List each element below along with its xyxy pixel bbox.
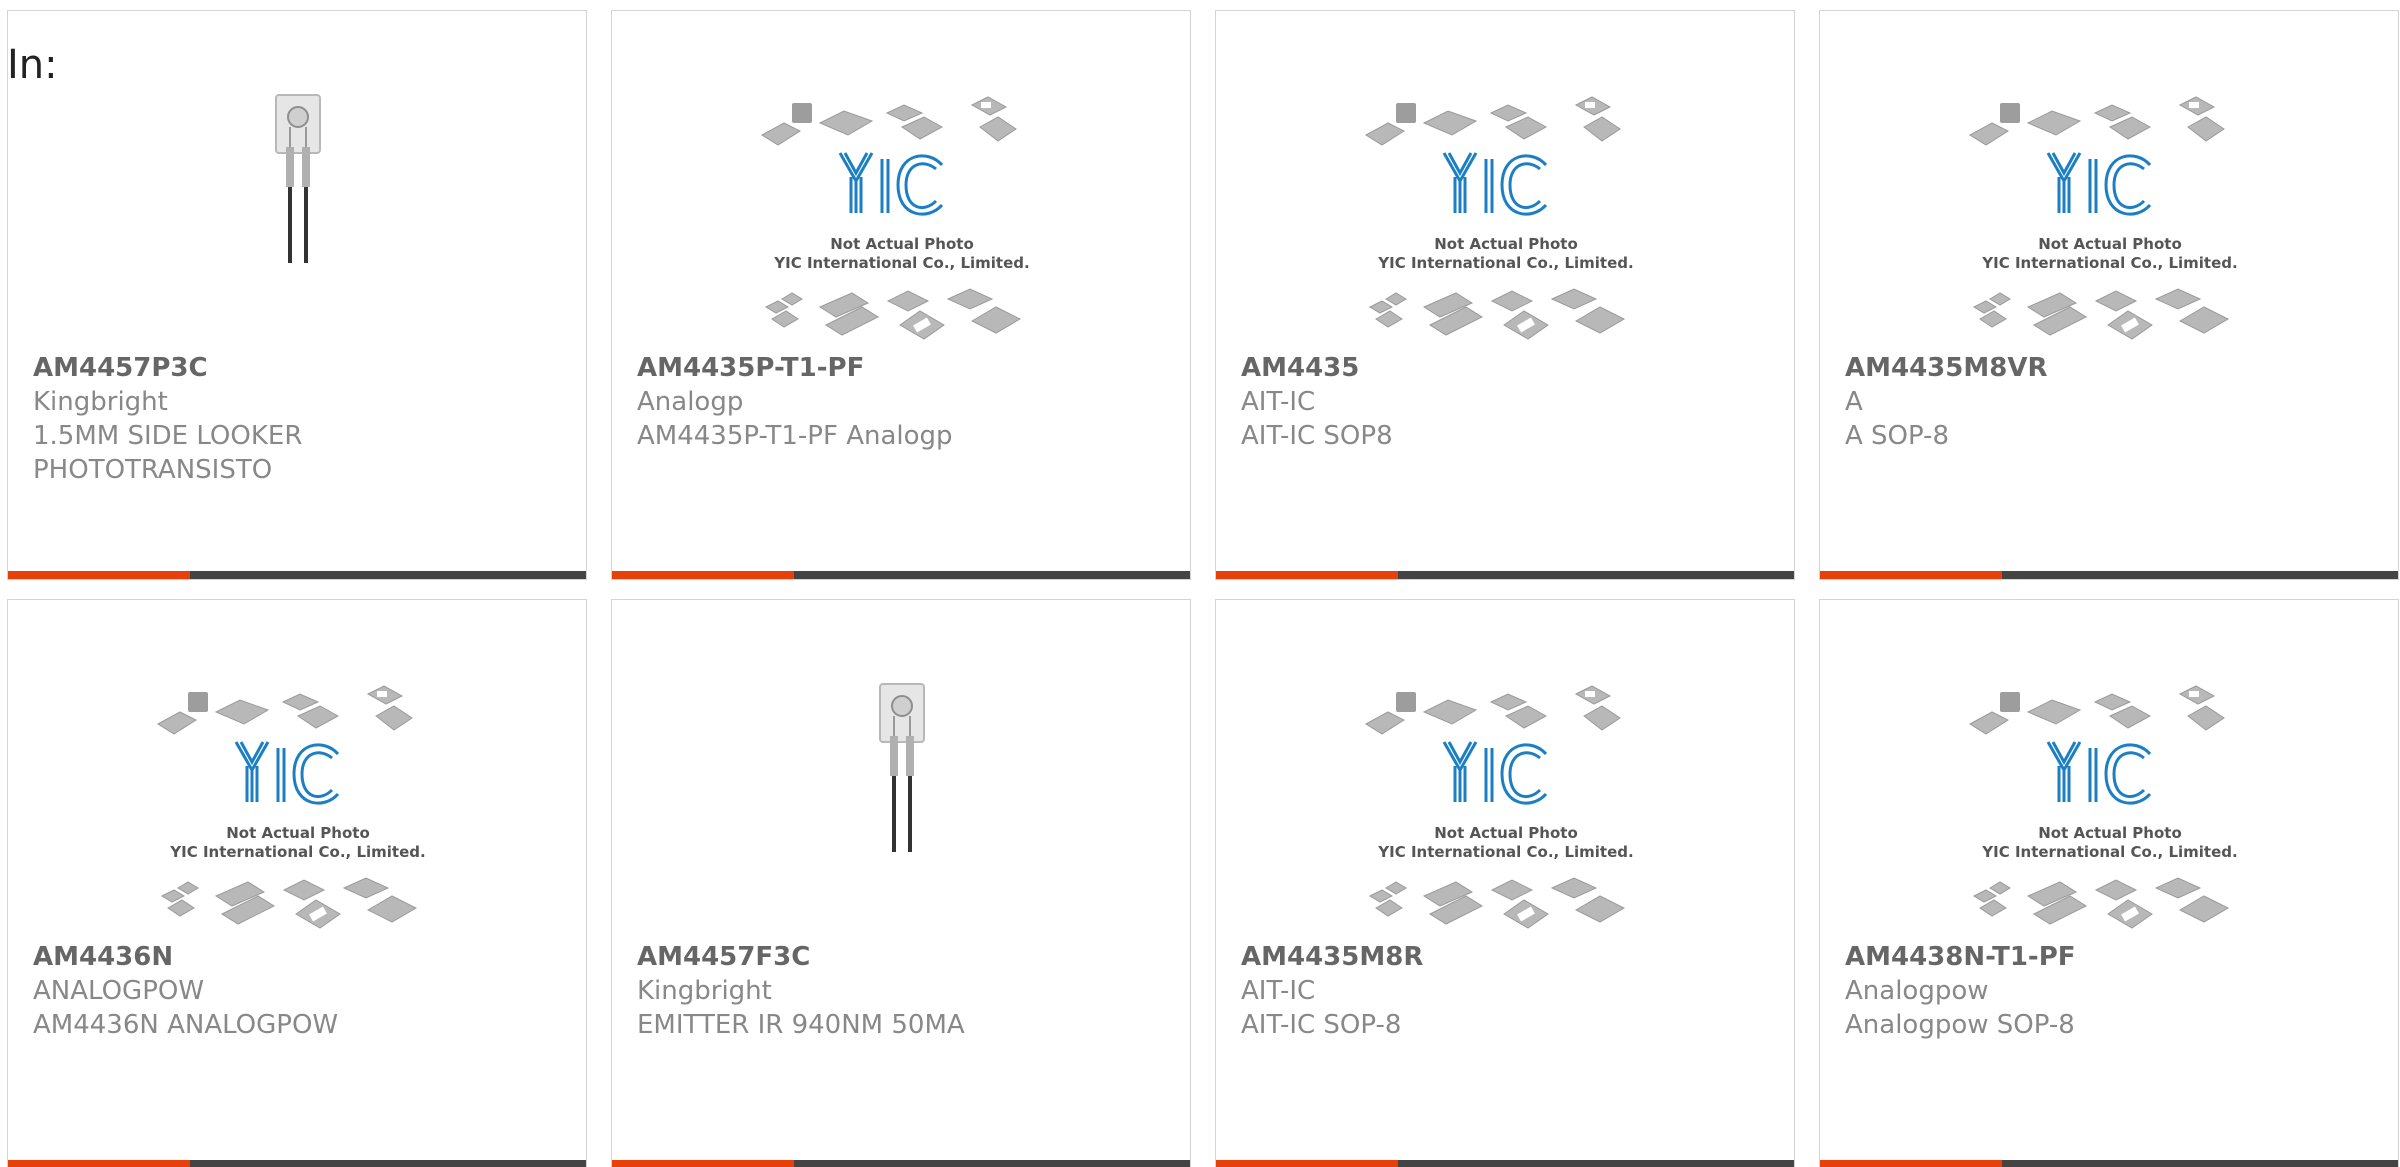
manufacturer: Kingbright: [33, 387, 168, 417]
product-card-am4438n-t1-pf[interactable]: AM4438N-T1-PF Analogpow Analogpow SOP-8: [1819, 599, 2399, 1167]
description: AIT-IC SOP8: [1241, 421, 1393, 451]
manufacturer: A: [1845, 387, 1863, 417]
card-footer-bar: [8, 571, 586, 579]
product-card-am4435m8r[interactable]: AM4435M8R AIT-IC AIT-IC SOP-8: [1215, 599, 1795, 1167]
card-footer-bar: [1216, 1160, 1794, 1167]
part-number[interactable]: AM4438N-T1-PF: [1845, 940, 2378, 974]
description-cont: PHOTOTRANSISTO: [33, 455, 273, 485]
product-card-am4435p-t1-pf[interactable]: AM4435P-T1-PF Analogp AM4435P-T1-PF Anal…: [611, 10, 1191, 580]
card-footer-bar: [612, 1160, 1190, 1167]
card-accent-bar: [612, 1160, 794, 1167]
card-footer-bar: [612, 571, 1190, 579]
card-accent-bar: [1820, 571, 2002, 579]
card-accent-bar: [1820, 1160, 2002, 1167]
card-accent-bar: [8, 1160, 190, 1167]
card-footer-bar: [1216, 571, 1794, 579]
description: 1.5MM SIDE LOOKER: [33, 421, 303, 451]
card-accent-bar: [1216, 571, 1398, 579]
not-actual-photo-placeholder: [1960, 682, 2260, 944]
product-info: AM4457F3C Kingbright EMITTER IR 940NM 50…: [637, 940, 1170, 1042]
filter-label: In:: [7, 42, 58, 88]
product-grid: AM4457P3C Kingbright 1.5MM SIDE LOOKER P…: [7, 10, 2399, 1167]
product-info: AM4435M8VR A A SOP-8: [1845, 351, 2378, 453]
description: A SOP-8: [1845, 421, 1950, 451]
part-number[interactable]: AM4435: [1241, 351, 1774, 385]
component-photo: [752, 682, 1052, 944]
card-footer-bar: [1820, 1160, 2398, 1167]
not-actual-photo-placeholder: [1356, 93, 1656, 355]
card-accent-bar: [1216, 1160, 1398, 1167]
card-accent-bar: [612, 571, 794, 579]
product-info: AM4457P3C Kingbright 1.5MM SIDE LOOKER P…: [33, 351, 566, 487]
not-actual-photo-placeholder: [1356, 682, 1656, 944]
not-actual-photo-placeholder: [752, 93, 1052, 355]
description: EMITTER IR 940NM 50MA: [637, 1010, 965, 1040]
card-footer-bar: [1820, 571, 2398, 579]
manufacturer: Analogpow: [1845, 976, 1989, 1006]
part-number[interactable]: AM4436N: [33, 940, 566, 974]
description: Analogpow SOP-8: [1845, 1010, 2075, 1040]
product-card-am4436n[interactable]: AM4436N ANALOGPOW AM4436N ANALOGPOW: [7, 599, 587, 1167]
product-info: AM4436N ANALOGPOW AM4436N ANALOGPOW: [33, 940, 566, 1042]
manufacturer: Kingbright: [637, 976, 772, 1006]
part-number[interactable]: AM4435M8VR: [1845, 351, 2378, 385]
product-card-am4457f3c[interactable]: AM4457F3C Kingbright EMITTER IR 940NM 50…: [611, 599, 1191, 1167]
part-number[interactable]: AM4457F3C: [637, 940, 1170, 974]
product-card-am4435[interactable]: AM4435 AIT-IC AIT-IC SOP8: [1215, 10, 1795, 580]
product-info: AM4435M8R AIT-IC AIT-IC SOP-8: [1241, 940, 1774, 1042]
description: AM4436N ANALOGPOW: [33, 1010, 339, 1040]
product-card-am4457p3c[interactable]: AM4457P3C Kingbright 1.5MM SIDE LOOKER P…: [7, 10, 587, 580]
component-photo: [148, 93, 448, 355]
product-card-am4435m8vr[interactable]: AM4435M8VR A A SOP-8: [1819, 10, 2399, 580]
product-info: AM4435P-T1-PF Analogp AM4435P-T1-PF Anal…: [637, 351, 1170, 453]
not-actual-photo-placeholder: [1960, 93, 2260, 355]
manufacturer: AIT-IC: [1241, 387, 1316, 417]
manufacturer: AIT-IC: [1241, 976, 1316, 1006]
description: AM4435P-T1-PF Analogp: [637, 421, 953, 451]
card-accent-bar: [8, 571, 190, 579]
product-info: AM4435 AIT-IC AIT-IC SOP8: [1241, 351, 1774, 453]
card-footer-bar: [8, 1160, 586, 1167]
product-listing-page: In: AM4457P3C Kingbright 1.5MM SIDE LOOK…: [0, 0, 2400, 1167]
manufacturer: Analogp: [637, 387, 744, 417]
part-number[interactable]: AM4435P-T1-PF: [637, 351, 1170, 385]
product-info: AM4438N-T1-PF Analogpow Analogpow SOP-8: [1845, 940, 2378, 1042]
part-number[interactable]: AM4435M8R: [1241, 940, 1774, 974]
description: AIT-IC SOP-8: [1241, 1010, 1402, 1040]
manufacturer: ANALOGPOW: [33, 976, 205, 1006]
not-actual-photo-placeholder: [148, 682, 448, 944]
part-number[interactable]: AM4457P3C: [33, 351, 566, 385]
